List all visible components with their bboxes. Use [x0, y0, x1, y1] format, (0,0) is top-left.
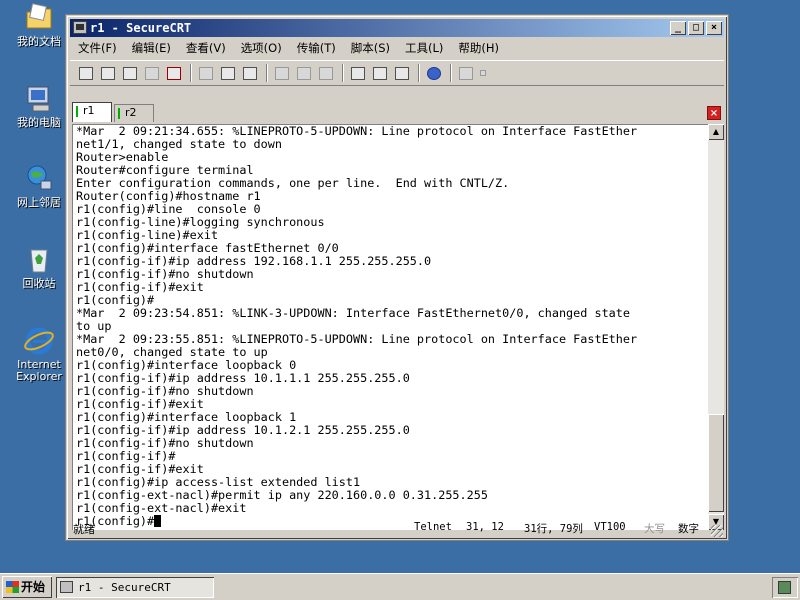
status-terminal-size: 31行, 79列 [524, 523, 583, 535]
close-button[interactable]: × [706, 21, 722, 35]
disconnect-icon[interactable] [164, 64, 184, 82]
tab-r2[interactable]: r2 [114, 104, 154, 122]
keypad-icon[interactable] [456, 64, 476, 82]
tab-label: r1 [83, 104, 95, 117]
my-documents-icon [26, 3, 52, 29]
window-title: r1 - SecureCRT [90, 21, 192, 35]
global-options-icon[interactable] [370, 64, 390, 82]
menu-bar: 文件(F) 编辑(E) 查看(V) 选项(O) 传输(T) 脚本(S) 工具(L… [70, 38, 724, 58]
desktop-icon-label: Internet Explorer [16, 358, 62, 383]
terminal-line: r1(config-ext-nacl)#exit [76, 501, 247, 515]
desktop-icon-my-documents[interactable]: 我的文档 [4, 2, 74, 48]
app-icon [73, 21, 87, 34]
scroll-thumb[interactable] [708, 414, 724, 512]
tab-connected-indicator [118, 108, 120, 119]
status-protocol: Telnet [414, 521, 452, 533]
toolbar-separator [190, 64, 192, 82]
start-button[interactable]: 开始 [2, 576, 52, 598]
quick-connect-icon[interactable] [98, 64, 118, 82]
securecrt-window: r1 - SecureCRT _ □ × 文件(F) 编辑(E) 查看(V) 选… [66, 15, 728, 540]
tab-label: r2 [125, 106, 137, 119]
session-tabs: r1 r2 × [70, 88, 724, 124]
taskbar: 开始 r1 - SecureCRT [0, 573, 800, 600]
status-ready: 就绪 [73, 523, 95, 536]
terminal-output[interactable]: *Mar 2 09:21:34.655: %LINEPROTO-5-UPDOWN… [72, 124, 708, 530]
status-caps-lock: 大写 [644, 523, 665, 535]
toolbar-separator [418, 64, 420, 82]
menu-transfer[interactable]: 传输(T) [297, 40, 336, 56]
close-tab-icon[interactable]: × [707, 106, 721, 120]
toolbar-separator [342, 64, 344, 82]
toolbar-separator [266, 64, 268, 82]
paste-icon[interactable] [218, 64, 238, 82]
menu-edit[interactable]: 编辑(E) [132, 40, 171, 56]
status-bar: 就绪 Telnet 31, 12 31行, 79列 VT100 大写 数字 [70, 518, 724, 538]
tab-connected-indicator [76, 106, 78, 117]
securecrt-icon [60, 581, 73, 593]
connect-icon[interactable] [76, 64, 96, 82]
status-num-lock: 数字 [678, 523, 699, 535]
internet-explorer-icon [24, 327, 54, 355]
desktop-icon-my-computer[interactable]: 我的电脑 [4, 83, 74, 129]
desktop-icon-internet-explorer[interactable]: Internet Explorer [4, 325, 74, 383]
system-tray [772, 577, 798, 598]
desktop-icon-label: 网上邻居 [17, 196, 61, 209]
desktop-icon-label: 我的文档 [17, 35, 61, 48]
session-options-icon[interactable] [348, 64, 368, 82]
menu-options[interactable]: 选项(O) [241, 40, 282, 56]
taskbar-item-securecrt[interactable]: r1 - SecureCRT [56, 577, 214, 598]
terminal-line: net1/1, changed state to down [76, 137, 282, 151]
recycle-bin-icon [30, 249, 48, 273]
keymap-icon[interactable] [392, 64, 412, 82]
menu-help[interactable]: 帮助(H) [458, 40, 499, 56]
network-places-icon [27, 165, 52, 190]
desktop-icon-network-places[interactable]: 网上邻居 [4, 163, 74, 209]
taskbar-item-label: r1 - SecureCRT [78, 581, 171, 594]
desktop-icon-label: 我的电脑 [17, 116, 61, 129]
copy-icon[interactable] [196, 64, 216, 82]
help-icon[interactable] [424, 64, 444, 82]
my-computer-icon [27, 86, 50, 112]
scroll-up-icon[interactable]: ▲ [708, 124, 724, 140]
resize-grip[interactable] [711, 525, 723, 537]
desktop-icon-label: 回收站 [22, 277, 56, 290]
reconnect-icon[interactable] [142, 64, 162, 82]
print-icon[interactable] [272, 64, 292, 82]
menu-script[interactable]: 脚本(S) [351, 40, 390, 56]
windows-logo-icon [6, 581, 19, 593]
menu-tools[interactable]: 工具(L) [405, 40, 443, 56]
menu-view[interactable]: 查看(V) [186, 40, 226, 56]
network-tray-icon[interactable] [778, 581, 791, 594]
toolbar [70, 60, 724, 86]
connect-tab-icon[interactable] [120, 64, 140, 82]
maximize-button[interactable]: □ [688, 21, 704, 35]
find-icon[interactable] [240, 64, 260, 82]
terminal-line: *Mar 2 09:23:54.851: %LINK-3-UPDOWN: Int… [76, 306, 630, 320]
tab-r1[interactable]: r1 [72, 102, 112, 122]
status-cursor-position: 31, 12 [466, 521, 504, 533]
minimize-button[interactable]: _ [670, 21, 686, 35]
toolbar-dropdown-icon[interactable] [478, 64, 488, 82]
terminal-line: r1(config-if)#exit [76, 280, 204, 294]
desktop-icon-recycle-bin[interactable]: 回收站 [4, 244, 74, 290]
status-emulation: VT100 [594, 521, 626, 533]
print-setup-icon[interactable] [316, 64, 336, 82]
toolbar-separator [450, 64, 452, 82]
vertical-scrollbar[interactable]: ▲ ▼ [708, 124, 724, 530]
print-selection-icon[interactable] [294, 64, 314, 82]
title-bar[interactable]: r1 - SecureCRT _ □ × [70, 19, 724, 37]
menu-file[interactable]: 文件(F) [78, 40, 117, 56]
start-label: 开始 [21, 580, 46, 594]
